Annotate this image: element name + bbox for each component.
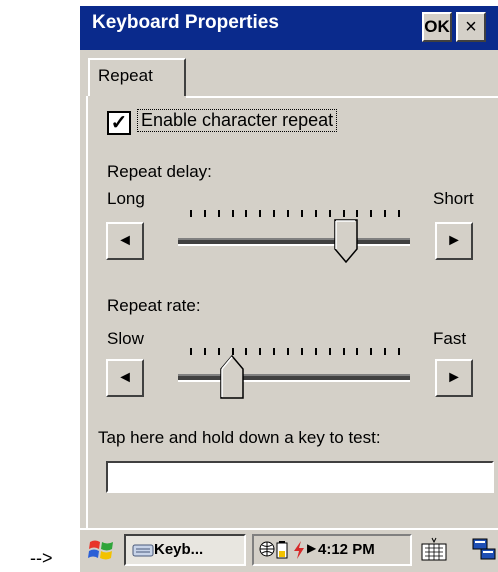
tray-expand-icon[interactable]: ▶ — [307, 541, 316, 555]
slider-tick — [245, 348, 247, 355]
slider-tick — [259, 210, 261, 217]
close-button[interactable]: × — [456, 12, 486, 42]
slider-tick — [218, 348, 220, 355]
repeat-rate-slider[interactable] — [178, 374, 410, 382]
slider-tick — [398, 210, 400, 217]
tab-panel-border — [186, 96, 498, 98]
slider-tick — [301, 348, 303, 355]
slider-tick — [190, 210, 192, 217]
annotation-arrow: --> — [30, 548, 53, 568]
slow-label: Slow — [107, 329, 144, 348]
window-title: Keyboard Properties — [92, 12, 279, 33]
power-icon[interactable] — [292, 540, 306, 560]
slider-tick — [273, 348, 275, 355]
slider-tick — [218, 210, 220, 217]
slider-tick — [245, 210, 247, 217]
repeat-delay-label: Repeat delay: — [107, 162, 212, 181]
tab-repeat-label: Repeat — [98, 66, 153, 85]
slider-tick — [384, 348, 386, 355]
slider-tick — [370, 210, 372, 217]
slider-tick — [259, 348, 261, 355]
slider-tick — [301, 210, 303, 217]
slider-tick — [287, 210, 289, 217]
slider-tick — [398, 348, 400, 355]
taskbar-task-label: Keyb... — [154, 541, 204, 558]
repeat-delay-thumb[interactable] — [334, 219, 358, 263]
slider-tick — [370, 348, 372, 355]
clock[interactable]: 4:12 PM — [318, 541, 375, 558]
repeat-rate-thumb[interactable] — [220, 355, 244, 399]
slider-tick — [190, 348, 192, 355]
slider-tick — [343, 210, 345, 217]
desktop-icon[interactable] — [470, 536, 498, 564]
slider-tick — [204, 210, 206, 217]
tab-panel-border — [86, 96, 88, 530]
slider-tick — [315, 348, 317, 355]
rate-decrease-button[interactable]: ◄ — [106, 359, 144, 397]
test-input[interactable] — [106, 461, 494, 493]
enable-repeat-label[interactable]: Enable character repeat — [137, 109, 338, 132]
slider-tick — [287, 348, 289, 355]
slider-tick — [356, 210, 358, 217]
slider-tick — [315, 210, 317, 217]
input-panel-icon[interactable] — [420, 536, 448, 564]
repeat-rate-label: Repeat rate: — [107, 296, 201, 315]
slider-tick — [232, 348, 234, 355]
test-label: Tap here and hold down a key to test: — [98, 428, 381, 447]
slider-tick — [273, 210, 275, 217]
network-icon[interactable] — [258, 540, 276, 558]
ok-button[interactable]: OK — [422, 12, 452, 42]
keyboard-task-icon — [132, 544, 154, 557]
windows-start-icon[interactable] — [86, 534, 118, 566]
enable-repeat-checkbox[interactable]: ✓ — [107, 111, 131, 135]
delay-decrease-button[interactable]: ◄ — [106, 222, 144, 260]
short-label: Short — [433, 189, 474, 208]
slider-tick — [204, 348, 206, 355]
delay-ticks — [190, 210, 400, 218]
slider-tick — [232, 210, 234, 217]
slider-tick — [329, 210, 331, 217]
slider-tick — [343, 348, 345, 355]
slider-tick — [329, 348, 331, 355]
fast-label: Fast — [433, 329, 467, 348]
delay-increase-button[interactable]: ► — [435, 222, 473, 260]
slider-tick — [356, 348, 358, 355]
repeat-delay-slider[interactable] — [178, 238, 410, 246]
slider-tick — [384, 210, 386, 217]
rate-increase-button[interactable]: ► — [435, 359, 473, 397]
battery-icon[interactable] — [276, 540, 290, 560]
long-label: Long — [107, 189, 145, 208]
